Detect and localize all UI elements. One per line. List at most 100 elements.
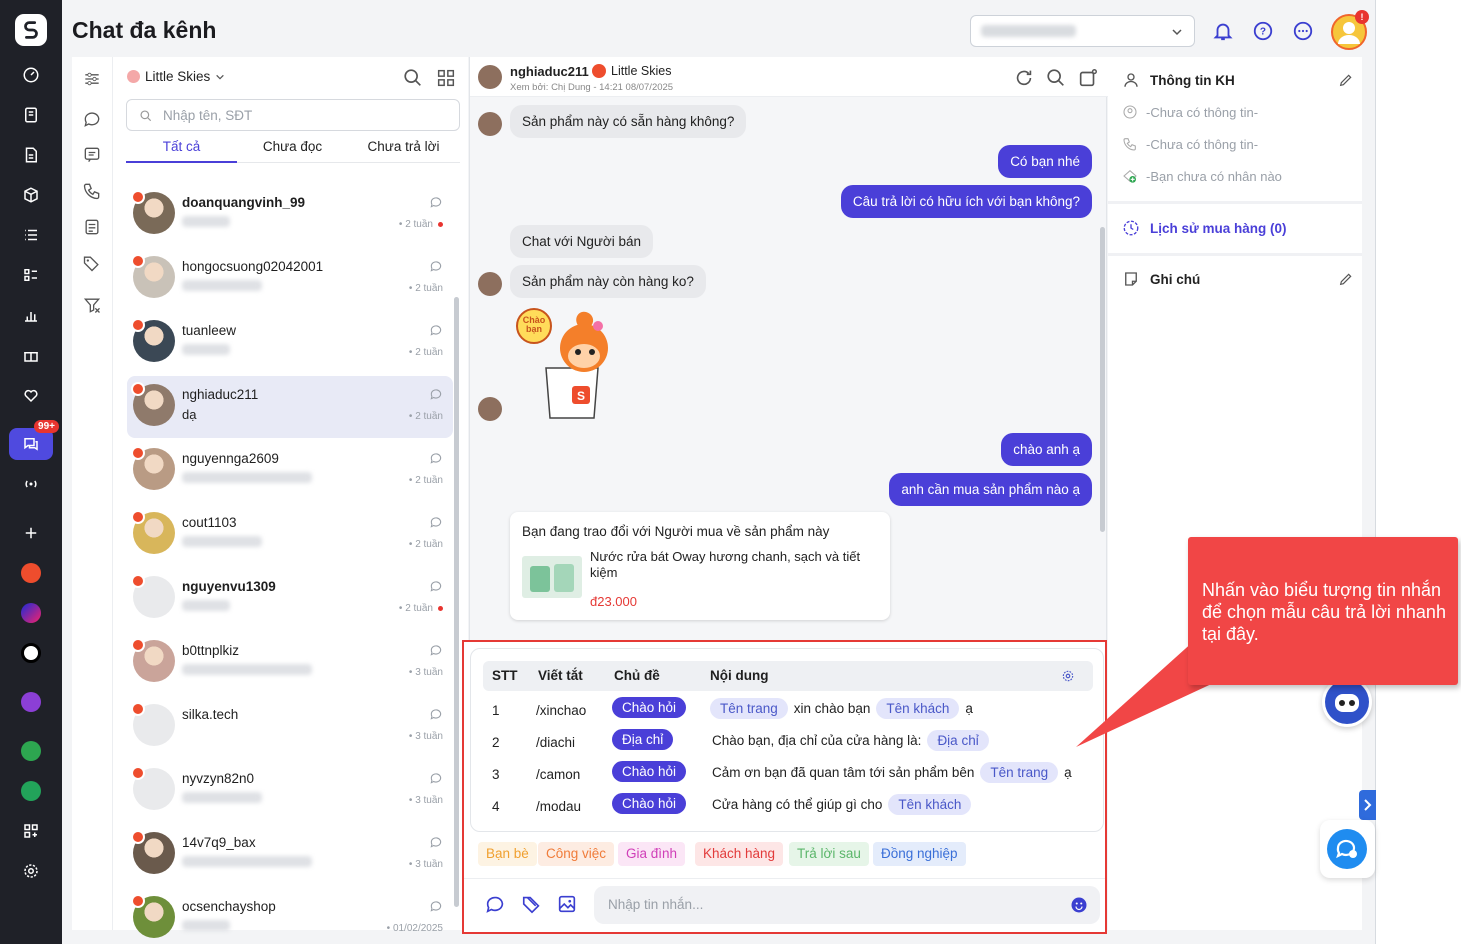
documents-icon[interactable] xyxy=(15,139,47,171)
catalog-icon[interactable] xyxy=(15,259,47,291)
quick-reply-message-icon[interactable] xyxy=(484,893,506,915)
search-input[interactable]: Nhập tên, SĐT xyxy=(126,99,460,131)
contact-avatar-small xyxy=(478,272,502,296)
tag-chip[interactable]: Trả lời sau xyxy=(789,842,869,866)
conversation-item[interactable]: nguyennga2609 • 2 tuần xyxy=(127,440,453,502)
conversation-item[interactable]: nyvzyn82n0 • 3 tuần xyxy=(127,760,453,822)
quick-reply-row[interactable]: 2/diachi Địa chỉ Chào bạn, địa chỉ của cửa… xyxy=(483,727,1093,759)
conversation-item[interactable]: hongocsuong02042001 • 2 tuần xyxy=(127,248,453,310)
tab-all[interactable]: Tất cả xyxy=(126,139,237,163)
refresh-icon[interactable] xyxy=(1013,67,1035,89)
customer-staff-row[interactable]: -Bạn chưa có nhân nào xyxy=(1122,168,1282,184)
notes-icon[interactable] xyxy=(81,216,103,238)
ads-icon[interactable] xyxy=(15,775,47,807)
layout-grid-icon[interactable] xyxy=(435,67,457,89)
search-icon[interactable] xyxy=(402,67,424,89)
shop-select-value xyxy=(981,25,1076,37)
row-shortcut: /modau xyxy=(536,799,582,814)
customer-name-row: -Chưa có thông tin- xyxy=(1122,104,1258,120)
shopee-icon xyxy=(131,446,145,460)
quick-reply-area: STT Viết tắt Chủ đề Nội dung 1/xinchao Ch… xyxy=(462,640,1107,934)
conversation-time-text: 3 tuần xyxy=(415,731,443,742)
product-card[interactable]: Bạn đang trao đổi với Người mua về sản p… xyxy=(510,512,890,620)
comments-icon[interactable] xyxy=(81,144,103,166)
customer-name: -Chưa có thông tin- xyxy=(1146,104,1259,120)
integration-icon[interactable] xyxy=(15,686,47,718)
contact-avatar-small xyxy=(478,397,502,421)
chevron-down-icon xyxy=(216,74,225,80)
conversation-item[interactable]: nghiaduc211 dạ • 2 tuần xyxy=(127,376,453,438)
phone-icon[interactable] xyxy=(81,180,103,202)
message-outgoing: Câu trả lời có hữu ích với bạn không? xyxy=(840,185,1092,218)
gift-icon[interactable] xyxy=(15,339,47,371)
shopee-icon[interactable] xyxy=(15,557,47,589)
quick-reply-row[interactable]: 1/xinchao Chào hỏi Tên trang xin chào bạn Tê… xyxy=(483,695,1093,727)
reports-icon[interactable] xyxy=(15,299,47,331)
bell-icon[interactable] xyxy=(1212,20,1234,42)
app-logo-icon[interactable] xyxy=(15,14,47,46)
add-channel-icon[interactable] xyxy=(15,517,47,549)
conversation-sidebar xyxy=(72,57,113,930)
broadcast-icon[interactable] xyxy=(15,468,47,500)
apps-icon[interactable] xyxy=(15,815,47,847)
tag-chip[interactable]: Đồng nghiệp xyxy=(873,842,966,866)
user-avatar[interactable]: ! xyxy=(1331,10,1369,50)
conversation-item[interactable]: nguyenvu1309 • 2 tuần xyxy=(127,568,453,630)
sticker-text: Chào bạn xyxy=(522,315,546,334)
quick-reply-row[interactable]: 4/modau Chào hỏi Cửa hàng có thể giúp gì c… xyxy=(483,791,1093,823)
quick-reply-row[interactable]: 3/camon Chào hỏi Cảm ơn bạn đã quan tâm tớ… xyxy=(483,759,1093,791)
conversation-item[interactable]: b0ttnplkiz • 3 tuần xyxy=(127,632,453,694)
contact-avatar[interactable] xyxy=(478,65,502,89)
tag-chip[interactable]: Bạn bè xyxy=(478,842,537,866)
clear-filter-icon[interactable] xyxy=(81,294,103,316)
tab-unanswered[interactable]: Chưa trả lời xyxy=(348,139,459,163)
list-icon[interactable] xyxy=(15,219,47,251)
tiktok-icon[interactable] xyxy=(15,637,47,669)
emoji-icon[interactable] xyxy=(1070,896,1088,914)
shop-filter-dropdown[interactable]: Little Skies xyxy=(127,69,225,84)
tag-chip[interactable]: Gia đình xyxy=(618,842,686,866)
col-stt: STT xyxy=(492,668,518,683)
search-icon[interactable] xyxy=(1045,67,1067,89)
conversation-item[interactable]: cout1103 • 2 tuần xyxy=(127,504,453,566)
conversation-time-text: 2 tuần xyxy=(405,219,433,230)
support-chat-button[interactable] xyxy=(1320,820,1375,878)
chat-scrollbar[interactable] xyxy=(1100,227,1105,532)
conversation-item[interactable]: ocsenchayshop • 01/02/2025 xyxy=(127,888,453,950)
loyalty-icon[interactable] xyxy=(15,379,47,411)
dashboard-icon[interactable] xyxy=(15,59,47,91)
edit-icon[interactable] xyxy=(1338,72,1354,88)
conversation-name: nguyenvu1309 xyxy=(182,579,276,594)
conversation-item[interactable]: tuanleew • 2 tuần xyxy=(127,312,453,374)
conversation-time: • 2 tuần xyxy=(399,219,443,230)
conversation-scrollbar[interactable] xyxy=(454,297,459,907)
orders-icon[interactable] xyxy=(15,99,47,131)
conversation-item[interactable]: doanquangvinh_99 • 2 tuần xyxy=(127,184,453,246)
purchase-history-link[interactable]: Lịch sử mua hàng (0) xyxy=(1122,219,1287,237)
store-icon[interactable] xyxy=(15,735,47,767)
lazada-icon[interactable] xyxy=(15,597,47,629)
row-number: 4 xyxy=(492,799,500,814)
edit-icon[interactable] xyxy=(1338,271,1354,287)
conversation-item[interactable]: silka.tech • 3 tuần xyxy=(127,696,453,758)
message-input[interactable]: Nhập tin nhắn... xyxy=(594,886,1100,924)
settings-icon[interactable] xyxy=(15,855,47,887)
shop-select[interactable] xyxy=(970,15,1195,47)
tag-icon[interactable] xyxy=(521,893,543,915)
conversation-item[interactable]: 14v7q9_bax • 3 tuần xyxy=(127,824,453,886)
help-icon[interactable]: ? xyxy=(1252,20,1274,42)
expand-panel-button[interactable] xyxy=(1359,790,1376,820)
tab-unread[interactable]: Chưa đọc xyxy=(237,139,348,163)
chat-channels-icon[interactable]: 99+ xyxy=(9,420,59,460)
open-window-icon[interactable] xyxy=(1077,67,1099,89)
products-icon[interactable] xyxy=(15,179,47,211)
tags-icon[interactable] xyxy=(81,252,103,274)
tag-chip[interactable]: Công việc xyxy=(538,842,615,866)
image-icon[interactable] xyxy=(556,893,578,915)
conversation-preview: dạ xyxy=(182,407,197,422)
messages-icon[interactable] xyxy=(81,108,103,130)
filter-settings-icon[interactable] xyxy=(81,68,103,90)
row-number: 3 xyxy=(492,767,500,782)
more-icon[interactable] xyxy=(1292,20,1314,42)
tag-chip[interactable]: Khách hàng xyxy=(695,842,784,866)
